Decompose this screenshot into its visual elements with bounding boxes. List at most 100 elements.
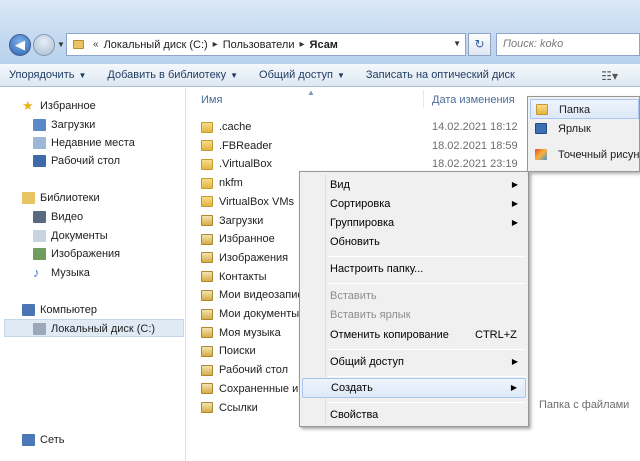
nav-libraries[interactable]: Библиотеки: [22, 189, 100, 207]
nav-favorites[interactable]: ★ Избранное: [22, 97, 96, 115]
share-button[interactable]: Общий доступ ▼: [250, 69, 357, 81]
nav-images[interactable]: Изображения: [33, 245, 120, 263]
breadcrumb-users[interactable]: Пользователи: [223, 39, 295, 51]
chevron-icon[interactable]: «: [93, 39, 99, 50]
file-row[interactable]: nkfm: [201, 174, 243, 192]
back-button[interactable]: ◀: [9, 34, 31, 56]
menu-separator: [328, 402, 526, 403]
column-divider[interactable]: [423, 90, 424, 108]
menu-item-paste[interactable]: Вставить: [302, 286, 526, 306]
network-icon: [22, 434, 35, 447]
file-name: Загрузки: [219, 214, 264, 227]
nav-images-label: Изображения: [51, 248, 121, 260]
nav-music-label: Музыка: [51, 267, 90, 279]
submenu-item-bitmap[interactable]: Точечный рисунок: [530, 145, 639, 165]
nav-video[interactable]: Видео: [33, 208, 83, 226]
menu-item-properties[interactable]: Свойства: [302, 405, 526, 425]
nav-computer[interactable]: Компьютер: [22, 301, 97, 319]
file-name: Рабочий стол: [219, 364, 289, 377]
submenu-arrow-icon: ▶: [511, 357, 518, 366]
file-name: Мои видеозаписи: [219, 289, 310, 302]
file-row[interactable]: Загрузки: [201, 212, 263, 230]
history-dropdown-icon[interactable]: ▼: [57, 40, 65, 49]
file-row[interactable]: Мои видеозаписи: [201, 286, 309, 304]
menu-item-undo-copy[interactable]: Отменить копирование CTRL+Z: [302, 325, 526, 345]
file-row[interactable]: Моя музыка: [201, 324, 281, 342]
nav-local-disk[interactable]: Локальный диск (C:): [4, 319, 184, 337]
nav-recent[interactable]: Недавние места: [33, 134, 135, 152]
address-bar[interactable]: « Локальный диск (C:) ▸ Пользователи ▸ Я…: [66, 33, 466, 56]
nav-libraries-label: Библиотеки: [40, 192, 100, 204]
nav-network-label: Сеть: [40, 434, 65, 446]
nav-computer-label: Компьютер: [40, 304, 97, 316]
file-row[interactable]: VirtualBox VMs: [201, 193, 294, 211]
file-row[interactable]: Поиски: [201, 342, 256, 360]
chevron-right-icon[interactable]: ▸: [300, 39, 305, 50]
menu-item-sort[interactable]: Сортировка ▶: [302, 194, 526, 214]
images-icon: [33, 248, 46, 261]
menu-item-group[interactable]: Группировка ▶: [302, 213, 526, 233]
file-row[interactable]: .VirtualBox: [201, 155, 272, 173]
nav-downloads-label: Загрузки: [51, 119, 96, 131]
folder-icon: [201, 252, 213, 264]
file-row[interactable]: Мои документы: [201, 305, 299, 323]
menu-item-refresh[interactable]: Обновить: [302, 232, 526, 252]
add-to-library-button[interactable]: Добавить в библиотеку ▼: [98, 69, 250, 81]
menu-item-paste-shortcut[interactable]: Вставить ярлык: [302, 305, 526, 325]
organize-label: Упорядочить: [9, 69, 75, 81]
column-header-name[interactable]: Имя: [201, 94, 222, 106]
nav-documents[interactable]: Документы: [33, 227, 108, 245]
sort-arrow-icon: ▲: [307, 88, 315, 97]
file-row[interactable]: .FBReader: [201, 137, 272, 155]
menu-item-create[interactable]: Создать ▶: [302, 378, 526, 398]
folder-icon: [201, 215, 213, 227]
submenu-item-folder[interactable]: Папка: [530, 99, 639, 119]
nav-music[interactable]: ♪ Музыка: [33, 264, 90, 282]
bitmap-icon: [535, 149, 547, 160]
file-row[interactable]: Изображения: [201, 249, 288, 267]
breadcrumb-local-disk[interactable]: Локальный диск (C:): [104, 39, 208, 51]
file-row[interactable]: Ссылки: [201, 399, 258, 417]
refresh-button[interactable]: ↻: [468, 33, 491, 56]
file-name: Контакты: [219, 270, 267, 283]
chevron-down-icon: ▼: [336, 71, 345, 80]
file-row[interactable]: .cache: [201, 118, 251, 136]
nav-desktop[interactable]: Рабочий стол: [33, 152, 120, 170]
view-options-icon[interactable]: ☷▾: [601, 69, 618, 83]
file-name: nkfm: [219, 177, 243, 190]
folder-icon: [201, 383, 213, 395]
file-name: Ссылки: [219, 401, 258, 414]
nav-video-label: Видео: [51, 211, 84, 223]
menu-item-view[interactable]: Вид ▶: [302, 175, 526, 195]
nav-documents-label: Документы: [51, 230, 108, 242]
submenu-item-shortcut[interactable]: Ярлык: [530, 119, 639, 139]
menu-item-refresh-label: Обновить: [330, 236, 380, 248]
menu-item-share[interactable]: Общий доступ ▶: [302, 352, 526, 372]
file-row[interactable]: Избранное: [201, 230, 275, 248]
file-name: Мои документы: [219, 308, 300, 320]
menu-item-view-label: Вид: [330, 179, 350, 191]
file-row[interactable]: Рабочий стол: [201, 361, 288, 379]
menu-separator: [328, 376, 526, 377]
search-input[interactable]: Поиск: koko: [496, 33, 640, 56]
column-header-date[interactable]: Дата изменения: [432, 94, 515, 106]
file-row[interactable]: Контакты: [201, 268, 267, 286]
burn-button[interactable]: Записать на оптический диск: [357, 69, 527, 81]
menu-separator: [328, 283, 526, 284]
nav-downloads[interactable]: Загрузки: [33, 116, 95, 134]
organize-button[interactable]: Упорядочить ▼: [0, 69, 98, 81]
address-dropdown-icon[interactable]: ▼: [453, 39, 461, 48]
forward-button[interactable]: [33, 34, 55, 56]
folder-icon: [201, 196, 213, 208]
chevron-right-icon[interactable]: ▸: [213, 39, 218, 50]
folder-icon: [201, 140, 213, 152]
folder-icon: [73, 40, 84, 49]
recent-places-icon: [33, 137, 46, 150]
breadcrumb-current[interactable]: Ясам: [310, 39, 338, 51]
navigation-pane: ★ Избранное Загрузки Недавние места Рабоч…: [0, 88, 186, 461]
nav-network[interactable]: Сеть: [22, 431, 64, 449]
nav-recent-label: Недавние места: [51, 137, 135, 149]
menu-item-sort-label: Сортировка: [330, 198, 391, 210]
computer-icon: [22, 304, 35, 317]
menu-item-customize[interactable]: Настроить папку...: [302, 259, 526, 279]
